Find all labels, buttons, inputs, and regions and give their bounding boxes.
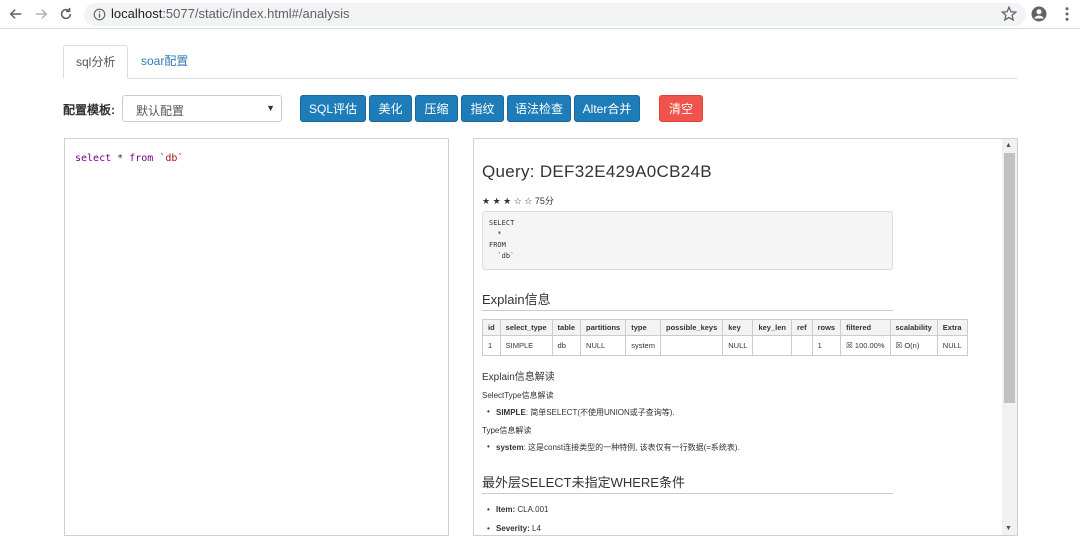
query-title: Query: DEF32E429A0CB24B xyxy=(482,162,712,181)
cell-ref xyxy=(790,335,813,356)
url-text: localhost:5077/static/index.html#/analys… xyxy=(111,6,349,21)
cell-key: NULL xyxy=(722,335,754,356)
cell-table: db xyxy=(551,335,582,356)
template-label: 配置模板: xyxy=(63,103,115,117)
main-tabs: sql分析 soar配置 xyxy=(63,45,1017,79)
cell-type: system xyxy=(625,335,661,356)
url-host: localhost xyxy=(111,6,163,21)
tab-sql-analysis[interactable]: sql分析 xyxy=(63,45,129,79)
more-menu-icon[interactable] xyxy=(1058,5,1076,23)
code-star: * xyxy=(117,153,124,164)
forward-button[interactable] xyxy=(31,4,51,24)
scroll-up-arrow-icon[interactable]: ▲ xyxy=(1005,142,1012,149)
url-path: :5077/static/index.html#/analysis xyxy=(162,6,350,21)
col-possible-keys: possible_keys xyxy=(659,319,724,336)
col-key-len: key_len xyxy=(752,319,792,336)
code-keyword-select: select xyxy=(75,153,112,164)
list-item: SIMPLE: 简单SELECT(不使用UNION或子查询等). xyxy=(487,407,675,418)
explain-header-row: id select_type table partitions type pos… xyxy=(482,319,968,336)
cell-select-type: SIMPLE xyxy=(499,335,553,356)
back-arrow-icon xyxy=(9,9,22,19)
list-item: system: 这是const连接类型的一种特例, 该表仅有一行数据(=系统表)… xyxy=(487,442,740,453)
address-bar[interactable]: localhost:5077/static/index.html#/analys… xyxy=(84,3,1026,26)
account-icon[interactable] xyxy=(1030,5,1048,23)
rule-heading: 最外层SELECT未指定WHERE条件 xyxy=(482,472,893,494)
cell-filtered: ☒ 100.00% xyxy=(840,335,891,356)
explain-table: id select_type table partitions type pos… xyxy=(482,319,968,356)
sql-evaluate-button[interactable]: SQL评估 xyxy=(300,95,366,122)
col-select-type: select_type xyxy=(499,319,553,336)
col-extra: Extra xyxy=(936,319,968,336)
scroll-down-arrow-icon[interactable]: ▼ xyxy=(1005,525,1012,532)
col-key: key xyxy=(722,319,754,336)
tab-soar-config[interactable]: soar配置 xyxy=(129,45,200,79)
severity-value: L4 xyxy=(532,524,541,533)
fingerprint-button[interactable]: 指纹 xyxy=(461,95,504,122)
bookmark-star-icon[interactable] xyxy=(1000,5,1018,23)
code-keyword-from: from xyxy=(129,153,154,164)
severity-label: Severity: xyxy=(496,524,530,533)
info-icon[interactable] xyxy=(93,8,106,21)
formatted-sql-block: SELECT * FROM `db` xyxy=(482,211,893,270)
select-type-term: SIMPLE xyxy=(496,408,526,417)
item-label: Item: xyxy=(496,505,516,514)
item-value: CLA.001 xyxy=(517,505,549,514)
dropdown-caret-icon: ▼ xyxy=(266,103,275,113)
type-term: system xyxy=(496,443,524,452)
list-item: Severity: L4 xyxy=(487,524,541,533)
template-select-value: 默认配置 xyxy=(136,104,185,118)
col-ref: ref xyxy=(790,319,813,336)
col-partitions: partitions xyxy=(580,319,627,336)
cell-id: 1 xyxy=(482,335,501,356)
explain-interpretation-heading: Explain信息解读 xyxy=(482,372,555,383)
result-scrollbar[interactable]: ▲ ▼ xyxy=(1002,139,1017,535)
beautify-button[interactable]: 美化 xyxy=(369,95,412,122)
type-desc: : 这是const连接类型的一种特例, 该表仅有一行数据(=系统表). xyxy=(523,443,740,452)
cell-scalability: ☒ O(n) xyxy=(889,335,938,356)
syntax-check-button[interactable]: 语法检查 xyxy=(507,95,571,122)
col-filtered: filtered xyxy=(840,319,891,336)
cell-partitions: NULL xyxy=(580,335,627,356)
select-type-desc: : 简单SELECT(不使用UNION或子查询等). xyxy=(525,408,675,417)
sql-code-line[interactable]: select * from `db` xyxy=(75,153,183,164)
col-scalability: scalability xyxy=(889,319,938,336)
code-table-name: `db` xyxy=(159,153,184,164)
scroll-thumb[interactable] xyxy=(1004,153,1015,403)
type-heading: Type信息解读 xyxy=(482,426,532,435)
col-type: type xyxy=(625,319,661,336)
explain-heading: Explain信息 xyxy=(482,289,893,311)
col-id: id xyxy=(482,319,501,336)
cell-key-len xyxy=(752,335,792,356)
score-rating: ★ ★ ★ ☆ ☆ 75分 xyxy=(482,196,554,206)
reload-icon xyxy=(60,7,72,20)
template-select[interactable]: 默认配置 ▼ xyxy=(122,95,282,122)
cell-rows: 1 xyxy=(811,335,842,356)
cell-extra: NULL xyxy=(936,335,968,356)
compress-button[interactable]: 压缩 xyxy=(415,95,458,122)
alter-merge-button[interactable]: Alter合并 xyxy=(574,95,640,122)
analysis-result-panel[interactable]: Query: DEF32E429A0CB24B ★ ★ ★ ☆ ☆ 75分 SE… xyxy=(473,138,1018,536)
select-type-heading: SelectType信息解读 xyxy=(482,391,554,400)
forward-arrow-icon xyxy=(35,9,48,19)
col-rows: rows xyxy=(811,319,842,336)
browser-toolbar: localhost:5077/static/index.html#/analys… xyxy=(0,0,1080,29)
col-table: table xyxy=(551,319,582,336)
reload-button[interactable] xyxy=(56,4,76,24)
sql-editor[interactable]: select * from `db` xyxy=(64,138,449,536)
table-row: 1 SIMPLE db NULL system NULL 1 ☒ 100.00%… xyxy=(482,335,968,356)
cell-possible-keys xyxy=(659,335,724,356)
list-item: Item: CLA.001 xyxy=(487,505,549,514)
clear-button[interactable]: 清空 xyxy=(659,95,703,122)
back-button[interactable] xyxy=(6,4,26,24)
